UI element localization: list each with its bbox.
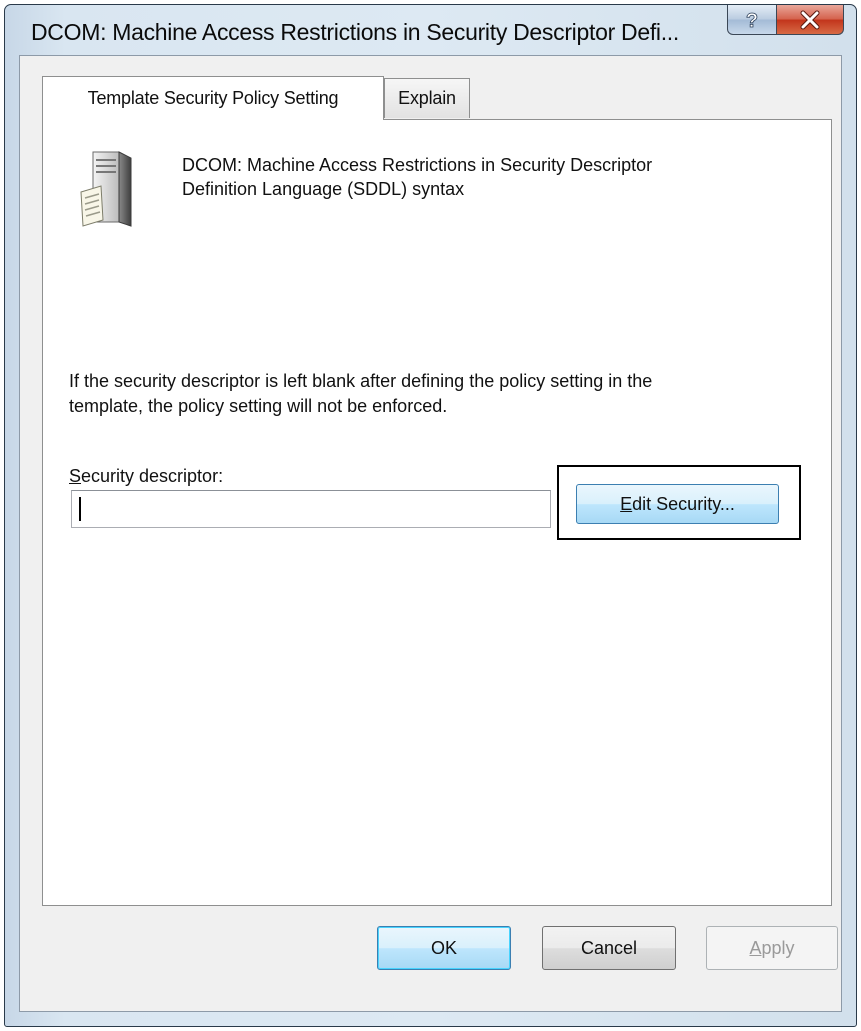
dialog-window: DCOM: Machine Access Restrictions in Sec… xyxy=(4,4,857,1027)
tab-template-security-policy-setting[interactable]: Template Security Policy Setting xyxy=(42,76,384,120)
policy-name-line-2: Definition Language (SDDL) syntax xyxy=(182,179,465,199)
close-icon xyxy=(800,10,820,29)
help-icon: ? xyxy=(745,9,758,31)
dialog-body: Template Security Policy Setting Explain xyxy=(19,55,842,1012)
tab-explain[interactable]: Explain xyxy=(384,78,470,118)
info-text: If the security descriptor is left blank… xyxy=(69,369,809,419)
ok-button[interactable]: OK xyxy=(377,926,511,970)
info-line-1: If the security descriptor is left blank… xyxy=(69,371,653,391)
button-text: dit Security... xyxy=(632,493,735,514)
tab-label: Explain xyxy=(398,88,456,108)
security-descriptor-label: Security descriptor: xyxy=(69,466,223,487)
button-mnemonic: E xyxy=(620,493,633,514)
edit-security-button[interactable]: Edit Security... xyxy=(576,484,779,524)
ok-label: OK xyxy=(430,937,457,958)
server-icon xyxy=(80,151,132,227)
title-bar[interactable]: DCOM: Machine Access Restrictions in Sec… xyxy=(5,5,856,59)
text-caret xyxy=(79,497,81,521)
security-descriptor-input[interactable] xyxy=(71,490,551,528)
policy-name-line-1: DCOM: Machine Access Restrictions in Sec… xyxy=(182,155,653,175)
label-mnemonic: S xyxy=(69,466,82,486)
svg-text:?: ? xyxy=(746,10,758,31)
info-line-2: template, the policy setting will not be… xyxy=(69,396,448,416)
apply-label: pply xyxy=(761,937,795,958)
cancel-label: Cancel xyxy=(580,937,638,958)
close-button[interactable] xyxy=(776,5,844,35)
label-text: ecurity descriptor: xyxy=(81,466,224,486)
tab-panel: DCOM: Machine Access Restrictions in Sec… xyxy=(42,119,832,906)
help-button[interactable]: ? xyxy=(727,5,777,35)
policy-name: DCOM: Machine Access Restrictions in Sec… xyxy=(182,153,802,201)
cancel-button[interactable]: Cancel xyxy=(542,926,676,970)
tab-label: Template Security Policy Setting xyxy=(87,88,339,108)
apply-mnemonic: A xyxy=(749,937,762,958)
window-title: DCOM: Machine Access Restrictions in Sec… xyxy=(31,19,679,45)
apply-button[interactable]: Apply xyxy=(706,926,838,970)
